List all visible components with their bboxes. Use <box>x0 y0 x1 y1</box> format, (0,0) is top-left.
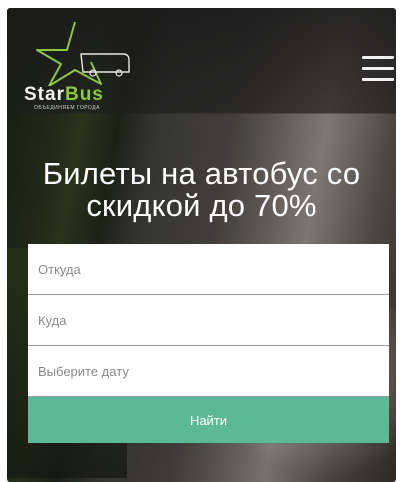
logo-bus-text: Bus <box>64 84 104 105</box>
screen: StarBus ОБЪЕДИНЯЕМ ГОРОДА Билеты на авто… <box>0 0 403 482</box>
logo-tagline: ОБЪЕДИНЯЕМ ГОРОДА <box>34 105 100 111</box>
hamburger-menu-icon[interactable] <box>362 56 394 86</box>
from-input[interactable] <box>28 244 389 295</box>
menu-line <box>362 78 394 81</box>
search-form: Найти <box>28 244 389 443</box>
logo-star-text: Star <box>24 84 65 105</box>
hero-title: Билеты на автобус со скидкой до 70% <box>42 156 361 223</box>
header: StarBus ОБЪЕДИНЯЕМ ГОРОДА <box>7 8 396 113</box>
logo-wordmark: StarBus <box>24 84 104 106</box>
find-button[interactable]: Найти <box>28 397 389 443</box>
logo[interactable]: StarBus ОБЪЕДИНЯЕМ ГОРОДА <box>23 20 143 112</box>
date-input[interactable] <box>28 346 389 397</box>
menu-line <box>362 67 394 70</box>
star-bus-logo-icon <box>36 21 130 86</box>
menu-line <box>362 56 394 59</box>
to-input[interactable] <box>28 295 389 346</box>
